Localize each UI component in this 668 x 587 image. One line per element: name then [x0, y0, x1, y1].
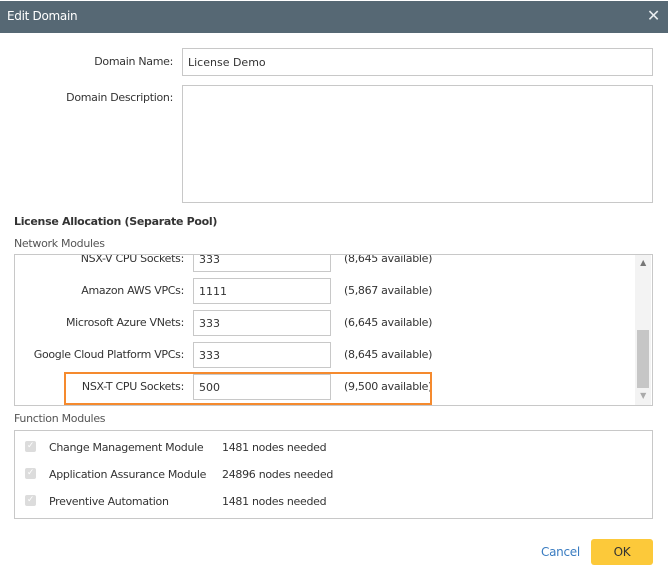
checkbox-checked-icon[interactable]: ✓ — [25, 441, 36, 452]
checkbox-checked-icon[interactable]: ✓ — [25, 495, 36, 506]
module-count-input[interactable] — [193, 342, 331, 368]
function-module-row: ✓ Application Assurance Module 24896 nod… — [15, 467, 615, 483]
function-module-name: Preventive Automation — [49, 495, 169, 508]
module-available: (5,867 available) — [344, 284, 433, 297]
module-label: Microsoft Azure VNets: — [65, 316, 184, 329]
module-available: (8,645 available) — [344, 254, 433, 265]
module-label: NSX-V CPU Sockets: — [80, 254, 185, 265]
domain-description-textarea[interactable] — [182, 85, 653, 203]
scrollbar-thumb[interactable] — [637, 330, 649, 388]
function-modules-label: Function Modules — [14, 412, 106, 425]
domain-name-label: Domain Name: — [94, 55, 173, 68]
network-module-row: NSX-V CPU Sockets: (8,645 available) — [15, 254, 635, 272]
function-module-row: ✓ Change Management Module 1481 nodes ne… — [15, 440, 615, 456]
network-module-row: Microsoft Azure VNets: (6,645 available) — [15, 310, 635, 336]
function-module-row: ✓ Preventive Automation 1481 nodes neede… — [15, 494, 615, 510]
license-allocation-heading: License Allocation (Separate Pool) — [14, 215, 218, 228]
dialog-titlebar: Edit Domain ✕ — [0, 1, 668, 33]
module-count-input[interactable] — [193, 278, 331, 304]
domain-description-label: Domain Description: — [66, 91, 173, 104]
function-module-nodes: 1481 nodes needed — [222, 441, 327, 454]
network-module-row: Google Cloud Platform VPCs: (8,645 avail… — [15, 342, 635, 368]
function-module-nodes: 1481 nodes needed — [222, 495, 327, 508]
ok-button[interactable]: OK — [591, 539, 653, 565]
function-module-nodes: 24896 nodes needed — [222, 468, 334, 481]
domain-name-input[interactable] — [182, 48, 653, 76]
function-module-name: Application Assurance Module — [49, 468, 207, 481]
scroll-down-arrow-icon[interactable]: ▼ — [637, 391, 649, 400]
scroll-up-arrow-icon[interactable]: ▲ — [637, 258, 649, 267]
checkbox-checked-icon[interactable]: ✓ — [25, 468, 36, 479]
network-modules-label: Network Modules — [14, 237, 105, 250]
module-label: Amazon AWS VPCs: — [81, 284, 184, 297]
function-modules-list: ✓ Change Management Module 1481 nodes ne… — [14, 430, 653, 519]
function-module-name: Change Management Module — [49, 441, 204, 454]
network-module-row: Amazon AWS VPCs: (5,867 available) — [15, 278, 635, 304]
module-count-input[interactable] — [193, 255, 331, 272]
module-count-input[interactable] — [193, 310, 331, 336]
module-label: Google Cloud Platform VPCs: — [33, 348, 185, 361]
cancel-button[interactable]: Cancel — [541, 545, 580, 559]
highlight-box — [64, 372, 432, 405]
dialog-title: Edit Domain — [7, 9, 78, 23]
close-icon[interactable]: ✕ — [647, 6, 660, 25]
module-available: (8,645 available) — [344, 348, 433, 361]
module-available: (6,645 available) — [344, 316, 433, 329]
